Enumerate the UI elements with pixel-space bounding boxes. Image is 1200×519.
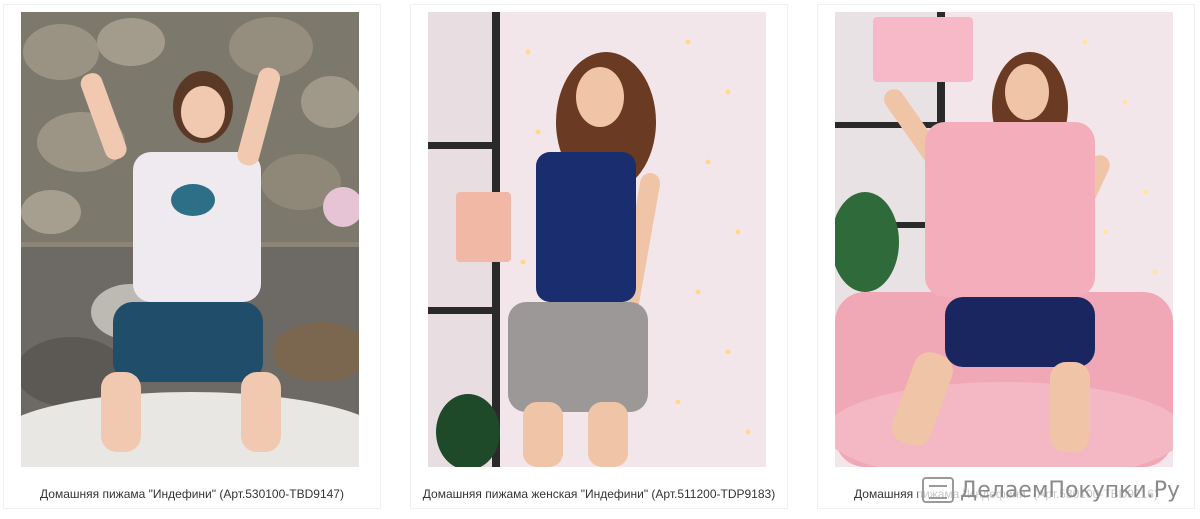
product-image — [835, 12, 1173, 467]
product-caption[interactable]: Домашняя пижама "Индефини" (Арт.530100-T… — [4, 487, 380, 501]
product-caption[interactable]: Домашняя пижама женская "Индефини" (Арт.… — [411, 487, 787, 501]
watermark-text: ДелаемПокупки.Ру — [960, 477, 1180, 503]
product-image — [428, 12, 766, 467]
product-image — [21, 12, 359, 467]
shopping-cart-icon — [922, 477, 955, 503]
product-card[interactable]: Домашняя пижама женская "Индефини" (Арт.… — [410, 4, 788, 509]
product-photo[interactable] — [835, 12, 1173, 467]
product-grid: Домашняя пижама "Индефини" (Арт.530100-T… — [0, 0, 1200, 519]
product-card[interactable]: Домашняя пижама "Индефини" (Арт.530100-T… — [817, 4, 1195, 509]
site-watermark: ДелаемПокупки.Ру — [918, 475, 1186, 505]
product-photo[interactable] — [428, 12, 766, 467]
product-card[interactable]: Домашняя пижама "Индефини" (Арт.530100-T… — [3, 4, 381, 509]
product-photo[interactable] — [21, 12, 359, 467]
